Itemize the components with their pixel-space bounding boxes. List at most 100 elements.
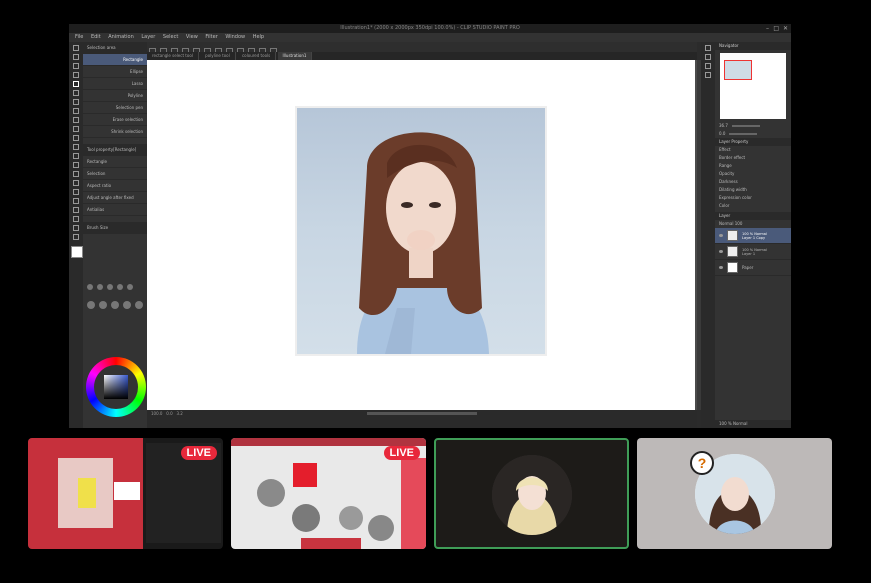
navigator-viewport[interactable] [724, 60, 752, 80]
menu-select[interactable]: Select [163, 34, 178, 40]
eye-icon[interactable] [719, 250, 723, 253]
blend-mode-select[interactable]: Normal [719, 221, 733, 226]
move-tool-icon[interactable] [73, 72, 79, 78]
brush-preset[interactable] [117, 284, 123, 290]
eyedropper-icon[interactable] [73, 99, 79, 105]
horizontal-scrollbar[interactable] [367, 412, 477, 415]
layer-header: Layer [715, 212, 791, 220]
tab-coloured-tools[interactable]: coloured tools [237, 52, 277, 60]
subtool-rectangle[interactable]: Rectangle [83, 54, 147, 66]
prop-dilating-width[interactable]: Dilating width [715, 186, 791, 194]
participant-tile-1[interactable]: LIVE [28, 438, 223, 549]
hand-tool-icon[interactable] [73, 54, 79, 60]
tab-polyline[interactable]: polyline tool [200, 52, 236, 60]
saturation-value-square[interactable] [104, 375, 128, 399]
text-tool-icon[interactable] [73, 216, 79, 222]
prop-selection[interactable]: Selection [83, 168, 147, 180]
brush-preset[interactable] [111, 301, 119, 309]
blend-tool-icon[interactable] [73, 162, 79, 168]
prop-expression-color[interactable]: Expression color [715, 194, 791, 202]
angle-slider[interactable] [729, 133, 758, 135]
prop-opacity[interactable]: Opacity [715, 170, 791, 178]
layer-row[interactable]: 100 % Normal Layer 1 Copy [715, 228, 791, 244]
tab-illustration[interactable]: Illustration1 [277, 52, 313, 60]
subtool-erase-selection[interactable]: Erase selection [83, 114, 147, 126]
navigator-zoom[interactable]: 36.7 [719, 123, 728, 128]
status-bar: 100.0 0.0 3.2 [147, 410, 697, 428]
subtool-shrink-selection[interactable]: Shrink selection [83, 126, 147, 138]
pen-tool-icon[interactable] [73, 108, 79, 114]
layer-opacity[interactable]: 100 [735, 221, 743, 226]
menu-view[interactable]: View [186, 34, 198, 40]
main-color-swatch[interactable] [71, 246, 83, 258]
navigator-angle[interactable]: 0.0 [719, 131, 725, 136]
brush-tool-icon[interactable] [73, 126, 79, 132]
selection-tool-icon[interactable] [73, 81, 79, 87]
menu-edit[interactable]: Edit [91, 34, 101, 40]
brush-preset[interactable] [135, 301, 143, 309]
auto-select-icon[interactable] [73, 90, 79, 96]
menu-help[interactable]: Help [253, 34, 264, 40]
subtool-lasso[interactable]: Lasso [83, 78, 147, 90]
correct-line-icon[interactable] [73, 234, 79, 240]
brush-preset[interactable] [127, 284, 133, 290]
prop-range[interactable]: Range [715, 162, 791, 170]
brush-preset[interactable] [87, 301, 95, 309]
brush-preset[interactable] [107, 284, 113, 290]
prop-aspect-ratio[interactable]: Aspect ratio [83, 180, 147, 192]
close-button[interactable]: ✕ [783, 24, 788, 33]
ruler-tool-icon[interactable] [73, 207, 79, 213]
title-bar: Illustration1* (2000 x 2000px 350dpi 100… [69, 24, 791, 33]
prop-adjust-angle[interactable]: Adjust angle after fixed [83, 192, 147, 204]
menu-file[interactable]: File [75, 34, 83, 40]
subtool-polyline[interactable]: Polyline [83, 90, 147, 102]
prop-border-effect[interactable]: Border effect [715, 154, 791, 162]
participant-tile-3[interactable] [434, 438, 629, 549]
brush-preset[interactable] [87, 284, 93, 290]
eye-icon[interactable] [719, 266, 723, 269]
navigator-icon[interactable] [705, 45, 711, 51]
layer-icon[interactable] [705, 54, 711, 60]
maximize-button[interactable]: □ [773, 24, 779, 33]
rotate-tool-icon[interactable] [73, 63, 79, 69]
subtool-selection-pen[interactable]: Selection pen [83, 102, 147, 114]
balloon-tool-icon[interactable] [73, 225, 79, 231]
material-icon[interactable] [705, 72, 711, 78]
subtool-ellipse[interactable]: Ellipse [83, 66, 147, 78]
menu-animation[interactable]: Animation [108, 34, 134, 40]
menu-layer[interactable]: Layer [141, 34, 155, 40]
color-wheel[interactable] [86, 357, 146, 417]
layer-row[interactable]: Paper [715, 260, 791, 276]
menu-window[interactable]: Window [225, 34, 245, 40]
brush-preset[interactable] [123, 301, 131, 309]
property-icon[interactable] [705, 63, 711, 69]
decoration-tool-icon[interactable] [73, 144, 79, 150]
canvas-paper[interactable] [147, 60, 695, 410]
gradient-tool-icon[interactable] [73, 180, 79, 186]
minimize-button[interactable]: – [766, 24, 769, 33]
frame-tool-icon[interactable] [73, 198, 79, 204]
participant-tile-2[interactable]: LIVE [231, 438, 426, 549]
navigator-preview[interactable] [720, 53, 786, 119]
participant-tile-4[interactable]: ? [637, 438, 832, 549]
menu-filter[interactable]: Filter [205, 34, 217, 40]
brush-preset[interactable] [97, 284, 103, 290]
layer-row[interactable]: 100 % Normal Layer 1 [715, 244, 791, 260]
eraser-tool-icon[interactable] [73, 153, 79, 159]
prop-antialias[interactable]: Antialias [83, 204, 147, 216]
tab-rectangle-select[interactable]: rectangle select tool [147, 52, 199, 60]
status-angle[interactable]: 0.0 [166, 411, 172, 416]
expression-color-value[interactable]: Color [715, 202, 791, 210]
figure-tool-icon[interactable] [73, 189, 79, 195]
pencil-tool-icon[interactable] [73, 117, 79, 123]
tool-property-name: Rectangle [83, 156, 147, 168]
zoom-tool-icon[interactable] [73, 45, 79, 51]
prop-darkness[interactable]: Darkness [715, 178, 791, 186]
fill-tool-icon[interactable] [73, 171, 79, 177]
airbrush-tool-icon[interactable] [73, 135, 79, 141]
canvas-area[interactable] [147, 60, 697, 410]
zoom-slider[interactable] [731, 125, 760, 127]
eye-icon[interactable] [719, 234, 723, 237]
status-zoom[interactable]: 100.0 [151, 411, 162, 416]
brush-preset[interactable] [99, 301, 107, 309]
